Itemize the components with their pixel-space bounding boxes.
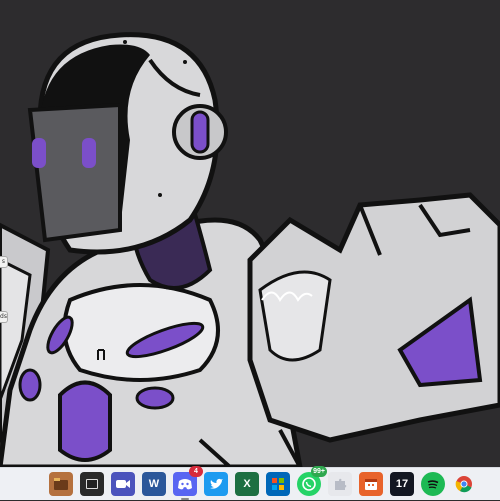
taskbar-apps: W 4 X 99+ 17 xyxy=(0,466,476,501)
desktop[interactable]: s ds xyxy=(0,0,500,467)
calendar-icon[interactable] xyxy=(359,472,383,496)
taskbar: W 4 X 99+ 17 xyxy=(0,466,500,501)
word-icon[interactable]: W xyxy=(142,472,166,496)
tradingview-icon[interactable]: 17 xyxy=(390,472,414,496)
whatsapp-badge: 99+ xyxy=(311,466,327,477)
whatsapp-icon[interactable]: 99+ xyxy=(297,466,327,496)
edge-tab[interactable]: ds xyxy=(0,311,8,323)
excel-icon[interactable]: X xyxy=(235,472,259,496)
puzzle-icon[interactable] xyxy=(328,472,352,496)
file-explorer-icon[interactable] xyxy=(49,472,73,496)
discord-icon[interactable]: 4 xyxy=(173,466,203,500)
terminal-icon[interactable] xyxy=(80,472,104,496)
chrome-icon[interactable] xyxy=(452,472,476,496)
spotify-icon[interactable] xyxy=(421,472,445,496)
video-call-icon[interactable] xyxy=(111,472,135,496)
discord-badge: 4 xyxy=(189,466,203,477)
edge-tab[interactable]: s xyxy=(0,256,8,268)
store-icon[interactable] xyxy=(266,472,290,496)
robot-knight-wallpaper xyxy=(0,0,500,467)
twitter-icon[interactable] xyxy=(204,472,228,496)
